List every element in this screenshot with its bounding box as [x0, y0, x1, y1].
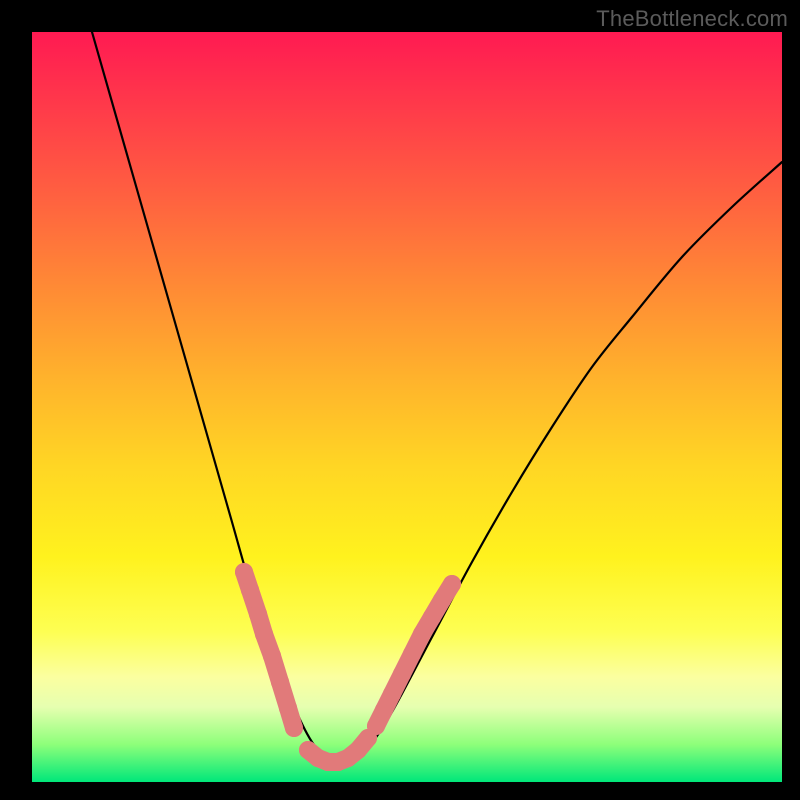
- bead-dot: [263, 647, 281, 665]
- watermark-text: TheBottleneck.com: [596, 6, 788, 32]
- bead-dot: [235, 563, 253, 581]
- bead-dot: [249, 605, 267, 623]
- bead-dot: [383, 685, 401, 703]
- bottleneck-curve: [92, 32, 782, 763]
- plot-area: [32, 32, 782, 782]
- bead-dot: [393, 665, 411, 683]
- bead-dot: [403, 645, 421, 663]
- bead-dot: [255, 625, 273, 643]
- bead-dot: [443, 575, 461, 593]
- chart-stage: TheBottleneck.com: [0, 0, 800, 800]
- bead-dot: [285, 719, 303, 737]
- bead-dot: [413, 625, 431, 643]
- bead-dot: [433, 591, 451, 609]
- bead-dot: [271, 673, 289, 691]
- curve-svg: [32, 32, 782, 782]
- bead-dot: [279, 699, 297, 717]
- bead-dot: [367, 717, 385, 735]
- bead-dot: [423, 608, 441, 626]
- bead-dot: [241, 581, 259, 599]
- bead-group: [235, 563, 461, 771]
- bead-dot: [375, 701, 393, 719]
